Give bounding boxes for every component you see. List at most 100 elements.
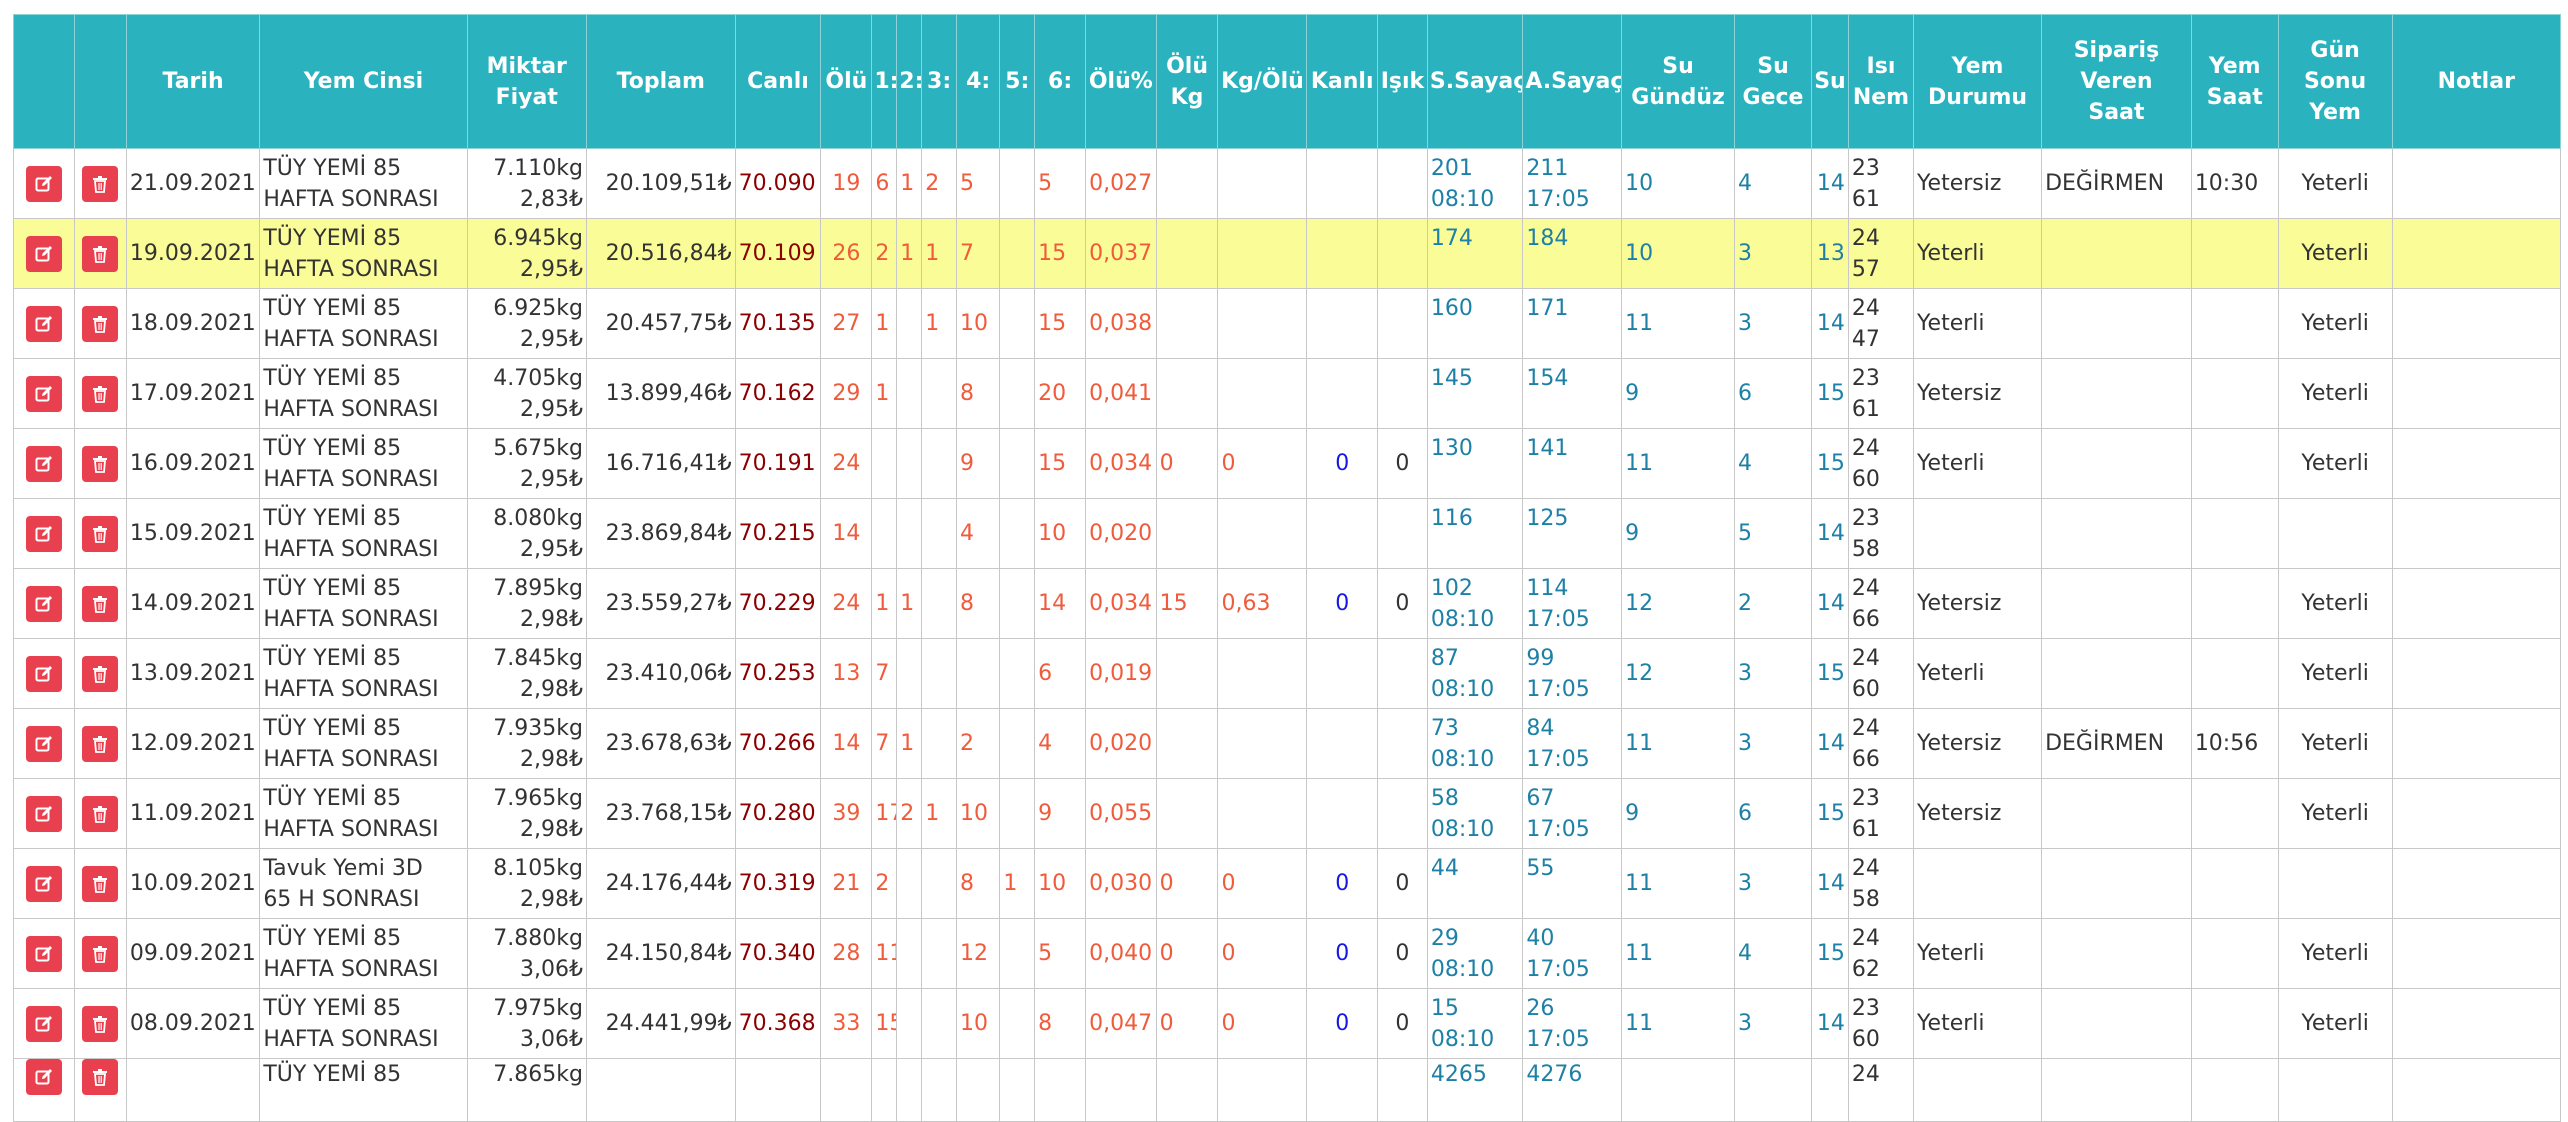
cell-notlar [2391,848,2562,919]
cell-3: 1 [921,778,957,849]
cell-line: 2,95₺ [519,256,583,282]
cell-3 [921,988,957,1059]
delete-button[interactable] [82,655,119,692]
edit-button[interactable] [25,935,62,972]
delete-button[interactable] [82,165,119,202]
edit-button[interactable] [25,515,62,552]
edit-button[interactable] [25,375,62,412]
cell-siparis [2041,848,2192,919]
cell-line: 24 [1851,1062,1880,1087]
edit-button[interactable] [25,445,62,482]
header-6[interactable]: 6: [1034,14,1087,149]
delete-button[interactable] [82,725,119,762]
header-isik[interactable]: Işık [1376,14,1428,149]
edit-button[interactable] [25,235,62,272]
cell-isik [1376,358,1428,429]
header-olu-pct[interactable]: Ölü% [1085,14,1157,149]
edit-button[interactable] [25,725,62,762]
cell-yem-saat [2190,218,2279,289]
cell-yem-saat [2190,288,2279,359]
cell-line: 17:05 [1526,746,1590,772]
cell-a-sayac: 55 [1522,848,1623,919]
cell-tarih: 11.09.2021 [125,778,261,849]
cell-su-gunduz: 11 [1621,848,1735,919]
cell-line [1431,1090,1519,1121]
header-a-sayac[interactable]: A.Sayaç [1522,14,1623,149]
cell-isi-nem: 23 60 [1847,988,1915,1059]
cell-s-sayac: 116 [1426,498,1524,569]
header-su[interactable]: Su [1811,14,1849,149]
delete-button[interactable] [82,935,119,972]
delete-button[interactable] [82,305,119,342]
cell-kg-olu: 0 [1217,988,1308,1059]
cell-a-sayac: 67 17:05 [1522,778,1623,849]
cell-a-sayac: 84 17:05 [1522,708,1623,779]
cell-line: 47 [1851,326,1880,352]
delete-button[interactable] [82,585,119,622]
header-su-gece[interactable]: Su Gece [1733,14,1813,149]
cell-1: 6 [871,148,898,219]
cell-olu: 14 [820,498,873,569]
edit-button[interactable] [25,655,62,692]
header-olu[interactable]: Ölü [820,14,873,149]
delete-button[interactable] [82,235,119,272]
edit-button[interactable] [25,165,62,202]
edit-button[interactable] [25,305,62,342]
header-yem-cinsi[interactable]: Yem Cinsi [259,14,468,149]
cell-su-gunduz: 11 [1621,288,1735,359]
header-s-sayac[interactable]: S.Sayaç [1426,14,1524,149]
cell-kg-olu [1217,778,1308,849]
cell-isi-nem: 23 61 [1847,148,1915,219]
header-1[interactable]: 1: [871,14,898,149]
header-toplam[interactable]: Toplam [585,14,736,149]
cell-olu-pct: 0,020 [1085,498,1157,569]
header-5[interactable]: 5: [999,14,1036,149]
delete-button[interactable] [82,865,119,902]
delete-button[interactable] [82,515,119,552]
delete-button[interactable] [82,445,119,482]
header-canli[interactable]: Canlı [734,14,822,149]
cell-line: 08:10 [1430,956,1495,982]
delete-button[interactable] [82,375,119,412]
header-siparis-veren-saat[interactable]: Sipariş Veren Saat [2041,14,2192,149]
edit-button[interactable] [25,795,62,832]
header-notlar[interactable]: Notlar [2391,14,2562,149]
cell-kg-olu: 0 [1217,848,1308,919]
header-kanli[interactable]: Kanlı [1306,14,1378,149]
header-gun-sonu-yem[interactable]: Gün Sonu Yem [2277,14,2393,149]
header-3[interactable]: 3: [921,14,957,149]
delete-button[interactable] [82,1005,119,1042]
cell-s-sayac: 87 08:10 [1426,638,1524,709]
cell-kg-olu [1217,218,1308,289]
header-olu-kg[interactable]: Ölü Kg [1155,14,1219,149]
cell-line: 65 H SONRASI [263,886,420,912]
header-edit-col [13,14,75,149]
header-4[interactable]: 4: [955,14,1001,149]
cell-line: 116 [1430,505,1473,531]
delete-button[interactable] [82,1059,119,1095]
cell-2: 2 [896,778,923,849]
edit-button[interactable] [25,1059,62,1095]
edit-button[interactable] [25,865,62,902]
cell-4: 12 [955,918,1001,989]
header-miktar-fiyat[interactable]: Miktar Fiyat [466,14,587,149]
cell-line: TÜY YEMİ 85 [263,715,402,741]
edit-button[interactable] [25,1005,62,1042]
delete-cell [73,918,127,989]
delete-button[interactable] [82,795,119,832]
header-su-gunduz[interactable]: Su Gündüz [1621,14,1735,149]
cell-gun-sonu-yem: Yeterli [2277,778,2393,849]
cell-a-sayac: 125 [1522,498,1623,569]
edit-button[interactable] [25,585,62,622]
header-line: Miktar [486,53,567,79]
cell-3 [921,708,957,779]
table-row: 12.09.2021 TÜY YEMİ 85 HAFTA SONRASI 7.935k… [13,708,2562,779]
header-kg-olu[interactable]: Kg/Ölü [1217,14,1308,149]
header-isi-nem[interactable]: Isı Nem [1847,14,1915,149]
cell-line: 4276 [1526,1062,1583,1087]
cell-yem-saat [2190,358,2279,429]
header-2[interactable]: 2: [896,14,923,149]
header-yem-saat[interactable]: Yem Saat [2190,14,2279,149]
header-tarih[interactable]: Tarih [125,14,261,149]
header-yem-durumu[interactable]: Yem Durumu [1913,14,2043,149]
